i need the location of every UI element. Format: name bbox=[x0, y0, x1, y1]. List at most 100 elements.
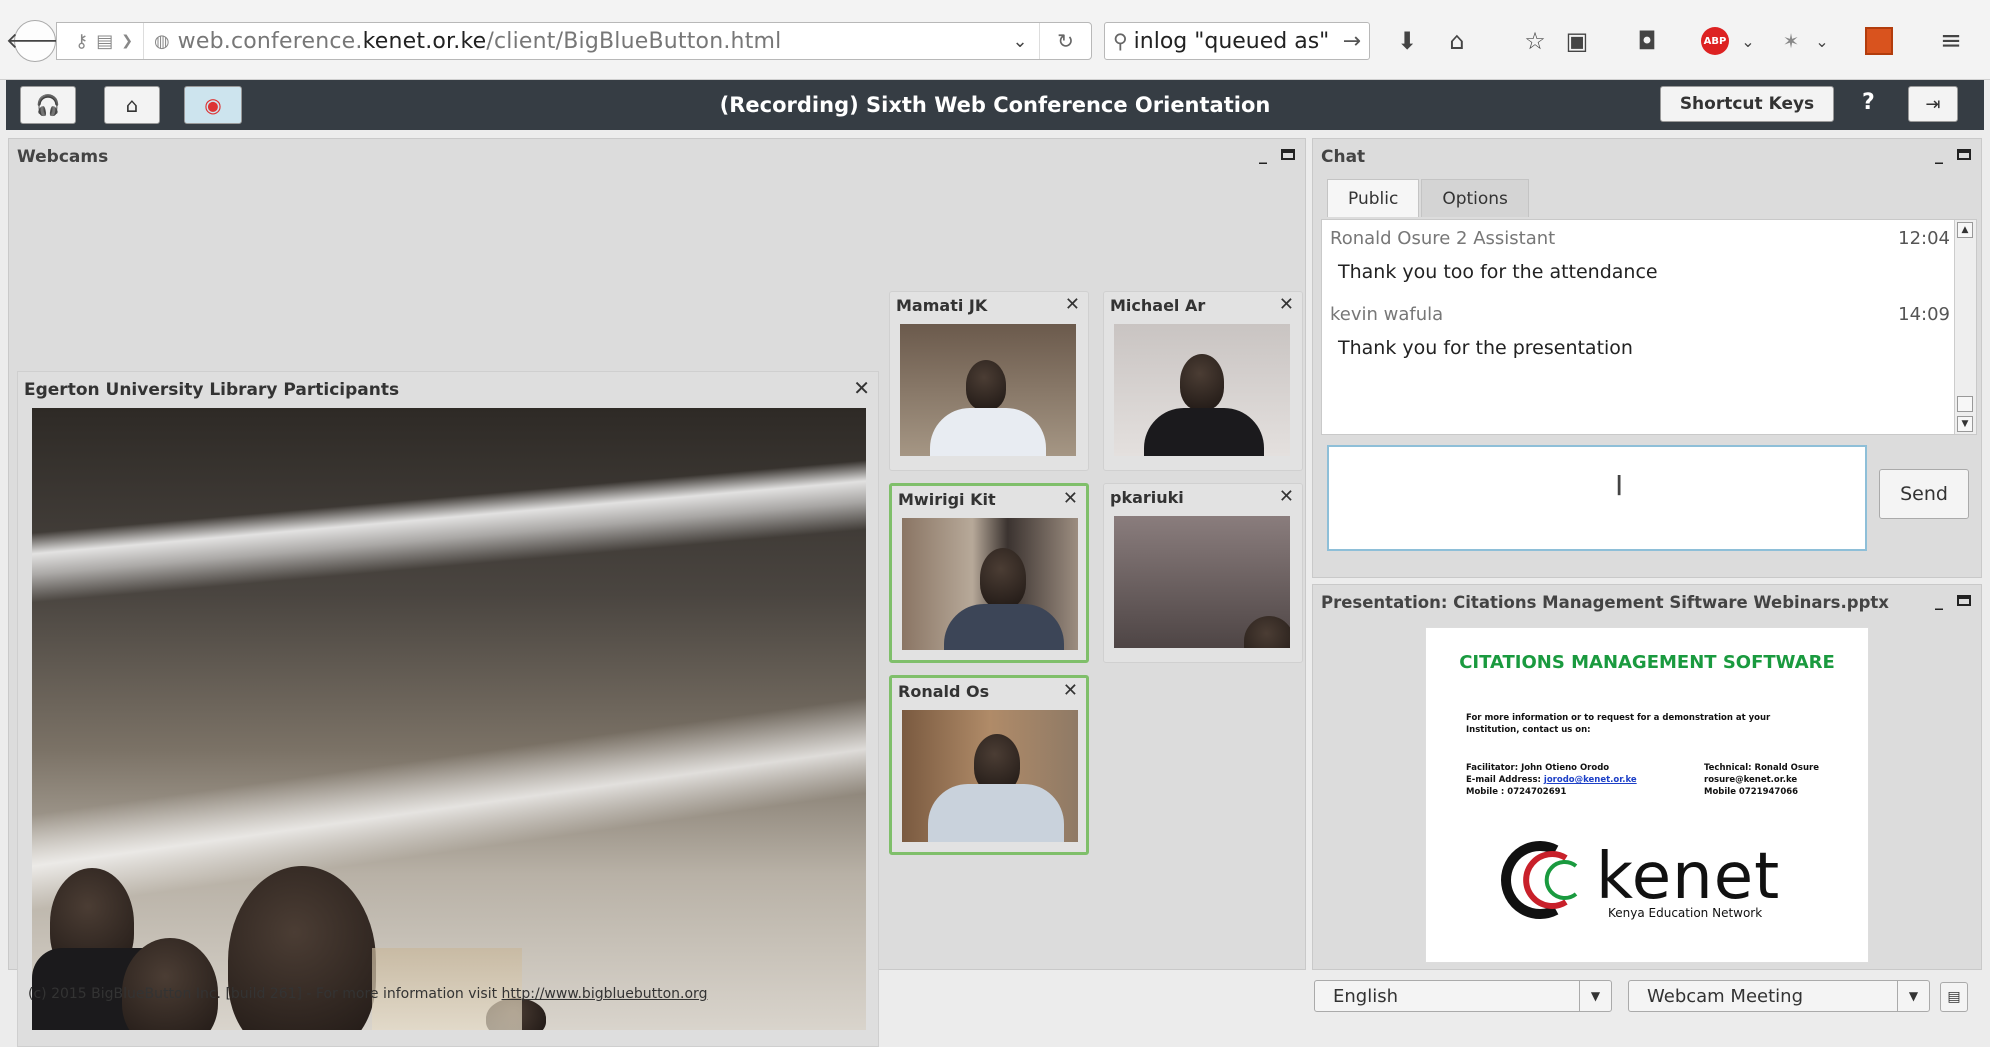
url-domain: kenet.or.ke bbox=[362, 28, 487, 54]
chat-message: Ronald Osure 2 Assistant 12:04 Thank you… bbox=[1330, 228, 1954, 283]
minimize-button[interactable]: _ bbox=[1259, 145, 1267, 164]
close-icon[interactable]: ✕ bbox=[1065, 294, 1080, 315]
kenet-logo: kenet Kenya Education Network bbox=[1486, 840, 1816, 920]
facilitator-email-link[interactable]: jorodo@kenet.or.ke bbox=[1544, 775, 1637, 785]
addon-icon[interactable] bbox=[1864, 24, 1894, 58]
webcam-tile[interactable]: Mamati JK ✕ bbox=[889, 291, 1089, 471]
bookmark-star-icon[interactable]: ☆ bbox=[1520, 24, 1550, 58]
participant-face bbox=[1244, 616, 1290, 648]
chat-message-input[interactable]: I bbox=[1327, 445, 1867, 551]
maximize-button[interactable] bbox=[1281, 149, 1295, 160]
language-value: English bbox=[1333, 985, 1398, 1007]
record-icon: ◉ bbox=[204, 93, 222, 117]
technical-name: Technical: Ronald Osure bbox=[1704, 763, 1819, 773]
language-select[interactable]: English ▼ bbox=[1314, 980, 1612, 1012]
participant-figure bbox=[228, 866, 376, 1030]
message-text: Thank you for the presentation bbox=[1338, 337, 1633, 359]
slide-intro-line: Institution, contact us on: bbox=[1466, 725, 1591, 735]
search-icon: ⚲ bbox=[1113, 29, 1128, 53]
tab-options[interactable]: Options bbox=[1421, 179, 1529, 217]
url-text[interactable]: web.conference.kenet.or.ke/client/BigBlu… bbox=[170, 29, 1001, 54]
layout-select[interactable]: Webcam Meeting ▼ bbox=[1628, 980, 1930, 1012]
search-go-icon[interactable]: → bbox=[1343, 29, 1361, 54]
logout-button[interactable]: ⇥ bbox=[1908, 86, 1958, 122]
webcam-label: Michael Ar bbox=[1110, 296, 1206, 315]
record-button[interactable]: ◉ bbox=[184, 86, 242, 124]
webcam-tile[interactable]: Mwirigi Kit ✕ bbox=[889, 483, 1089, 663]
webcam-label: Mamati JK bbox=[896, 296, 988, 315]
kenet-swoosh-icon bbox=[1501, 841, 1578, 919]
video-feed bbox=[900, 324, 1076, 456]
footer-link[interactable]: http://www.bigbluebutton.org bbox=[502, 986, 708, 1002]
main-webcam[interactable]: Egerton University Library Participants … bbox=[17, 371, 879, 1047]
globe-icon: ◍ bbox=[153, 30, 170, 52]
webcam-label: Egerton University Library Participants bbox=[24, 380, 400, 400]
slide-intro: For more information or to request for a… bbox=[1466, 712, 1770, 736]
scroll-down-icon[interactable]: ▼ bbox=[1957, 416, 1973, 432]
pocket-icon[interactable]: ◘ bbox=[1632, 24, 1662, 58]
page-info-icon: ▤ bbox=[96, 30, 114, 52]
headset-icon: 🎧 bbox=[35, 93, 61, 117]
home-icon[interactable]: ⌂ bbox=[1440, 24, 1474, 58]
tab-public[interactable]: Public bbox=[1327, 179, 1420, 217]
facilitator-mobile: Mobile : 0724702691 bbox=[1466, 787, 1567, 797]
scroll-thumb[interactable] bbox=[1957, 396, 1973, 412]
participant-body bbox=[930, 408, 1046, 456]
chevron-down-icon[interactable]: ⌄ bbox=[1738, 24, 1758, 58]
audio-button[interactable]: 🎧 bbox=[20, 86, 76, 124]
close-icon[interactable]: ✕ bbox=[1279, 294, 1294, 315]
download-icon[interactable]: ⬇ bbox=[1392, 24, 1422, 58]
webcam-share-button[interactable]: ⌂ bbox=[104, 86, 160, 124]
puzzle-icon[interactable]: ✶ bbox=[1776, 24, 1806, 58]
minimize-button[interactable]: _ bbox=[1935, 145, 1943, 164]
send-button[interactable]: Send bbox=[1879, 469, 1969, 519]
technical-email: rosure@kenet.or.ke bbox=[1704, 775, 1798, 785]
key-icon: ⚷ bbox=[75, 30, 89, 52]
adblock-plus-icon[interactable]: ABP bbox=[1700, 24, 1730, 58]
webcam-label: pkariuki bbox=[1110, 488, 1184, 507]
chevron-down-icon: ▼ bbox=[1579, 981, 1611, 1011]
participant-body bbox=[944, 604, 1064, 650]
close-icon[interactable]: ✕ bbox=[1063, 680, 1078, 701]
participant-face bbox=[980, 548, 1026, 608]
shortcut-keys-button[interactable]: Shortcut Keys bbox=[1660, 86, 1834, 122]
url-bar[interactable]: ⚷ ▤ ❯ ◍ web.conference.kenet.or.ke/clien… bbox=[56, 22, 1092, 60]
slide-intro-line: For more information or to request for a… bbox=[1466, 713, 1771, 723]
chat-tabs: Public Options bbox=[1327, 179, 1529, 217]
clipboard-icon[interactable]: ▣ bbox=[1562, 24, 1592, 58]
chevron-down-icon[interactable]: ⌄ bbox=[1812, 24, 1832, 58]
reload-button[interactable]: ↻ bbox=[1039, 23, 1091, 59]
facilitator-email-label: E-mail Address: bbox=[1466, 775, 1544, 785]
chat-scrollbar[interactable]: ▲ ▼ bbox=[1954, 220, 1976, 434]
message-time: 14:09 bbox=[1898, 304, 1950, 325]
webcams-title: Webcams bbox=[17, 147, 109, 167]
webcam-tile[interactable]: Ronald Os ✕ bbox=[889, 675, 1089, 855]
slide-title: CITATIONS MANAGEMENT SOFTWARE bbox=[1459, 652, 1835, 673]
help-button[interactable]: ? bbox=[1862, 90, 1875, 115]
facilitator-name: Facilitator: John Otieno Orodo bbox=[1466, 763, 1610, 773]
menu-icon[interactable]: ≡ bbox=[1936, 24, 1966, 58]
close-icon[interactable]: ✕ bbox=[1063, 488, 1078, 509]
chevron-right-icon: ❯ bbox=[121, 33, 133, 49]
maximize-button[interactable] bbox=[1957, 149, 1971, 160]
url-identity[interactable]: ⚷ ▤ ❯ bbox=[57, 23, 144, 59]
chat-message: kevin wafula 14:09 Thank you for the pre… bbox=[1330, 304, 1954, 359]
close-icon[interactable]: ✕ bbox=[1279, 486, 1294, 507]
webcam-tile[interactable]: Michael Ar ✕ bbox=[1103, 291, 1303, 471]
presentation-window-controls: _ bbox=[1935, 591, 1971, 610]
message-text: Thank you too for the attendance bbox=[1338, 261, 1658, 283]
close-icon[interactable]: ✕ bbox=[853, 376, 870, 400]
maximize-button[interactable] bbox=[1957, 595, 1971, 606]
search-input[interactable]: ⚲ inlog "queued as" → bbox=[1104, 22, 1370, 60]
back-button[interactable]: 🡐 bbox=[6, 20, 65, 62]
chat-title: Chat bbox=[1321, 147, 1366, 167]
presentation-title: Presentation: Citations Management Siftw… bbox=[1321, 593, 1889, 612]
scroll-up-icon[interactable]: ▲ bbox=[1957, 222, 1973, 238]
apply-layout-button[interactable]: ▤ bbox=[1940, 982, 1968, 1012]
webcam-tile[interactable]: pkariuki ✕ bbox=[1103, 483, 1303, 663]
minimize-button[interactable]: _ bbox=[1935, 591, 1943, 610]
participant-face bbox=[1180, 354, 1224, 410]
url-dropdown-button[interactable]: ⌄ bbox=[1001, 31, 1039, 52]
url-prefix: web.conference. bbox=[177, 28, 363, 54]
slide-facilitator: Facilitator: John Otieno Orodo E-mail Ad… bbox=[1466, 762, 1637, 798]
